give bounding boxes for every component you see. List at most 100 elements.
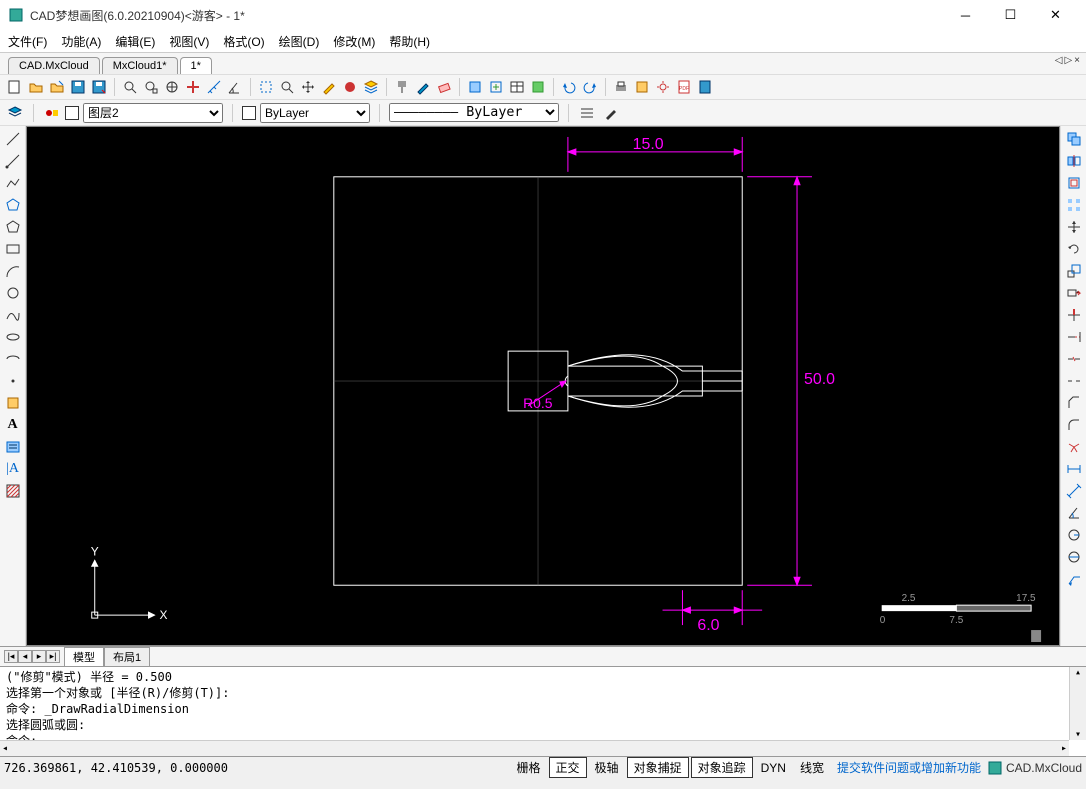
- open-icon[interactable]: [27, 78, 45, 96]
- paint-icon[interactable]: [393, 78, 411, 96]
- text-icon[interactable]: A: [4, 416, 22, 434]
- save-icon[interactable]: [69, 78, 87, 96]
- layer-manager-icon[interactable]: [6, 104, 24, 122]
- menu-view[interactable]: 视图(V): [169, 33, 209, 50]
- drawing-canvas[interactable]: 15.0 50.0 6.0: [26, 126, 1060, 646]
- lineweight-icon[interactable]: [578, 104, 596, 122]
- doc-tab-0[interactable]: CAD.MxCloud: [8, 57, 100, 74]
- toggle-otrack[interactable]: 对象追踪: [691, 757, 753, 778]
- spline-icon[interactable]: [4, 306, 22, 324]
- layout-prev-icon[interactable]: ◂: [18, 650, 32, 663]
- move2-icon[interactable]: [1065, 218, 1083, 236]
- hatch2-icon[interactable]: [4, 482, 22, 500]
- maximize-button[interactable]: ☐: [988, 0, 1033, 30]
- layout-tab-model[interactable]: 模型: [64, 647, 104, 667]
- print-icon[interactable]: [612, 78, 630, 96]
- color-swatch[interactable]: [242, 106, 256, 120]
- point-icon[interactable]: [4, 372, 22, 390]
- undo-icon[interactable]: [560, 78, 578, 96]
- dim-radius-icon[interactable]: [1065, 526, 1083, 544]
- table-icon[interactable]: [508, 78, 526, 96]
- layer-dropdown[interactable]: 图层2: [83, 103, 223, 123]
- fillet-icon[interactable]: [1065, 416, 1083, 434]
- menu-format[interactable]: 格式(O): [223, 33, 264, 50]
- layers-icon[interactable]: [362, 78, 380, 96]
- toggle-osnap[interactable]: 对象捕捉: [627, 757, 689, 778]
- break2-icon[interactable]: [1065, 372, 1083, 390]
- mtext-icon[interactable]: [4, 438, 22, 456]
- dim-diameter-icon[interactable]: [1065, 548, 1083, 566]
- explode-icon[interactable]: [1065, 438, 1083, 456]
- erase-icon[interactable]: [435, 78, 453, 96]
- edit-icon[interactable]: [320, 78, 338, 96]
- toggle-dyn[interactable]: DYN: [755, 760, 792, 776]
- layer-state-icon[interactable]: [43, 104, 61, 122]
- ellipse-arc-icon[interactable]: [4, 350, 22, 368]
- dtext-icon[interactable]: |A: [4, 460, 22, 478]
- layout-last-icon[interactable]: ▸|: [46, 650, 60, 663]
- close-button[interactable]: ✕: [1033, 0, 1078, 30]
- leader-icon[interactable]: [1065, 570, 1083, 588]
- offset-icon[interactable]: [1065, 174, 1083, 192]
- line-icon[interactable]: [4, 130, 22, 148]
- linetype-bylayer-dropdown[interactable]: ———————— ByLayer: [389, 103, 559, 122]
- color-icon[interactable]: [341, 78, 359, 96]
- zoom-extents-icon[interactable]: [163, 78, 181, 96]
- insert-icon[interactable]: [487, 78, 505, 96]
- angle-icon[interactable]: [226, 78, 244, 96]
- block-icon[interactable]: [466, 78, 484, 96]
- zoom2-icon[interactable]: [278, 78, 296, 96]
- menu-help[interactable]: 帮助(H): [389, 33, 430, 50]
- polyline-icon[interactable]: [4, 174, 22, 192]
- cmd-hscroll[interactable]: ◂▸: [0, 740, 1069, 756]
- scale-icon[interactable]: [1065, 262, 1083, 280]
- brush-icon[interactable]: [414, 78, 432, 96]
- copy-icon[interactable]: [1065, 130, 1083, 148]
- array-icon[interactable]: [1065, 196, 1083, 214]
- minimize-button[interactable]: ─: [943, 0, 988, 30]
- mirror-icon[interactable]: [1065, 152, 1083, 170]
- move-icon[interactable]: [299, 78, 317, 96]
- export-icon[interactable]: [633, 78, 651, 96]
- block2-icon[interactable]: [4, 394, 22, 412]
- trim-icon[interactable]: [1065, 306, 1083, 324]
- stretch-icon[interactable]: [1065, 284, 1083, 302]
- menu-draw[interactable]: 绘图(D): [279, 33, 320, 50]
- layout-first-icon[interactable]: |◂: [4, 650, 18, 663]
- open2-icon[interactable]: [48, 78, 66, 96]
- menu-file[interactable]: 文件(F): [8, 33, 47, 50]
- dim-aligned-icon[interactable]: [1065, 482, 1083, 500]
- ellipse-icon[interactable]: [4, 328, 22, 346]
- polygon-icon[interactable]: [4, 196, 22, 214]
- pdf-icon[interactable]: PDF: [675, 78, 693, 96]
- arc-icon[interactable]: [4, 262, 22, 280]
- layout-tab-1[interactable]: 布局1: [104, 647, 150, 667]
- doc-tab-1[interactable]: MxCloud1*: [102, 57, 178, 74]
- toggle-polar[interactable]: 极轴: [589, 758, 625, 777]
- dim-angular-icon[interactable]: [1065, 504, 1083, 522]
- help-icon[interactable]: [696, 78, 714, 96]
- zoom-icon[interactable]: [121, 78, 139, 96]
- color-bylayer-dropdown[interactable]: ByLayer: [260, 103, 370, 123]
- new-icon[interactable]: [6, 78, 24, 96]
- settings-icon[interactable]: [654, 78, 672, 96]
- pan-icon[interactable]: [184, 78, 202, 96]
- toggle-lwt[interactable]: 线宽: [794, 758, 830, 777]
- measure-icon[interactable]: [205, 78, 223, 96]
- select-icon[interactable]: [257, 78, 275, 96]
- menu-function[interactable]: 功能(A): [61, 33, 101, 50]
- polygon2-icon[interactable]: [4, 218, 22, 236]
- rectangle-icon[interactable]: [4, 240, 22, 258]
- redo-icon[interactable]: [581, 78, 599, 96]
- layout-next-icon[interactable]: ▸: [32, 650, 46, 663]
- zoom-window-icon[interactable]: [142, 78, 160, 96]
- layer-color-swatch[interactable]: [65, 106, 79, 120]
- tab-prev-icon[interactable]: ◁: [1055, 55, 1063, 66]
- toggle-grid[interactable]: 栅格: [511, 758, 547, 777]
- toggle-ortho[interactable]: 正交: [549, 757, 587, 778]
- circle-icon[interactable]: [4, 284, 22, 302]
- command-panel[interactable]: ("修剪"模式) 半径 = 0.500 选择第一个对象或 [半径(R)/修剪(T…: [0, 666, 1086, 756]
- menu-edit[interactable]: 编辑(E): [115, 33, 155, 50]
- feedback-link[interactable]: 提交软件问题或增加新功能: [837, 759, 981, 776]
- saveas-icon[interactable]: [90, 78, 108, 96]
